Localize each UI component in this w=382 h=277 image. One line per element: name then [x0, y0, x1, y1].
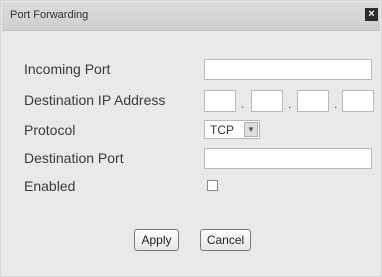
destination-ip-octet-4[interactable]: [342, 90, 374, 112]
destination-port-input[interactable]: [204, 148, 372, 169]
incoming-port-label: Incoming Port: [24, 61, 111, 77]
ip-separator: .: [334, 97, 338, 111]
ip-separator: .: [288, 97, 292, 111]
ip-separator: .: [241, 97, 245, 111]
incoming-port-input[interactable]: [204, 59, 372, 80]
enabled-label: Enabled: [24, 178, 76, 194]
destination-ip-octet-3[interactable]: [297, 90, 329, 112]
port-forwarding-dialog: Port Forwarding × Incoming Port Destinat…: [0, 0, 382, 277]
destination-ip-octet-1[interactable]: [204, 90, 236, 112]
close-icon[interactable]: ×: [365, 8, 378, 21]
protocol-selected-value: TCP: [210, 123, 234, 137]
enabled-checkbox[interactable]: [207, 180, 218, 191]
apply-button[interactable]: Apply: [134, 229, 179, 251]
protocol-select[interactable]: TCP ▼: [204, 120, 260, 139]
protocol-label: Protocol: [24, 122, 76, 138]
dialog-titlebar[interactable]: Port Forwarding ×: [2, 2, 380, 31]
destination-ip-octet-2[interactable]: [251, 90, 283, 112]
destination-ip-label: Destination IP Address: [24, 92, 166, 108]
chevron-down-icon[interactable]: ▼: [244, 122, 258, 137]
destination-port-label: Destination Port: [24, 150, 124, 166]
dialog-title: Port Forwarding: [10, 9, 89, 21]
cancel-button[interactable]: Cancel: [200, 229, 251, 251]
